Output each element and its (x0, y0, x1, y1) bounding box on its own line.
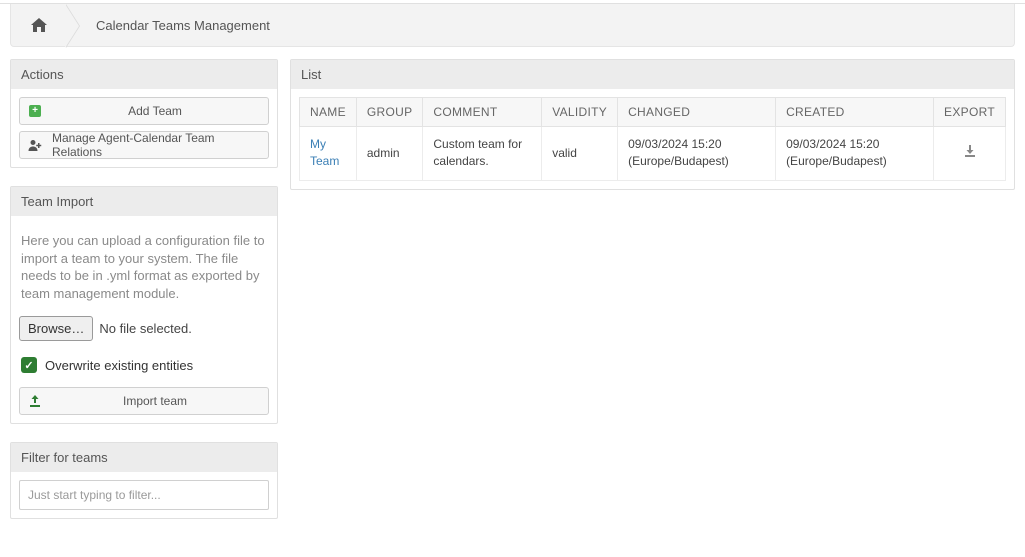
team-import-panel: Team Import Here you can upload a config… (10, 186, 278, 424)
actions-panel-title: Actions (11, 60, 277, 89)
download-icon (964, 145, 976, 157)
list-panel-title: List (291, 60, 1014, 89)
export-button[interactable] (934, 127, 1006, 181)
table-row: My Team admin Custom team for calendars.… (300, 127, 1006, 181)
cell-created: 09/03/2024 15:20 (Europe/Budapest) (776, 127, 934, 181)
file-status: No file selected. (99, 321, 192, 336)
filter-input[interactable] (19, 480, 269, 510)
breadcrumb-home[interactable] (11, 4, 66, 46)
user-plus-icon (28, 138, 42, 152)
team-name-link[interactable]: My Team (310, 137, 339, 168)
check-icon: ✓ (21, 357, 37, 373)
page-title: Calendar Teams Management (96, 18, 270, 33)
list-panel: List NAME GROUP COMMENT VALIDITY CHANGED… (290, 59, 1015, 190)
actions-panel: Actions + Add Team Manage Ag (10, 59, 278, 168)
teams-table: NAME GROUP COMMENT VALIDITY CHANGED CREA… (299, 97, 1006, 181)
manage-relations-button[interactable]: Manage Agent-Calendar Team Relations (19, 131, 269, 159)
manage-relations-label: Manage Agent-Calendar Team Relations (52, 131, 260, 159)
filter-panel: Filter for teams (10, 442, 278, 519)
col-comment[interactable]: COMMENT (423, 98, 542, 127)
breadcrumb-separator-icon (66, 4, 86, 46)
import-team-label: Import team (50, 394, 260, 408)
overwrite-label: Overwrite existing entities (45, 358, 193, 373)
overwrite-checkbox[interactable]: ✓ Overwrite existing entities (19, 357, 269, 373)
plus-icon: + (28, 104, 42, 118)
browse-button[interactable]: Browse… (19, 316, 93, 341)
cell-group: admin (356, 127, 423, 181)
cell-validity: valid (542, 127, 618, 181)
team-import-title: Team Import (11, 187, 277, 216)
add-team-label: Add Team (50, 104, 260, 118)
team-import-help: Here you can upload a configuration file… (19, 224, 269, 316)
col-created[interactable]: CREATED (776, 98, 934, 127)
cell-comment: Custom team for calendars. (423, 127, 542, 181)
filter-panel-title: Filter for teams (11, 443, 277, 472)
upload-icon (28, 394, 42, 408)
col-name[interactable]: NAME (300, 98, 357, 127)
col-validity[interactable]: VALIDITY (542, 98, 618, 127)
col-export[interactable]: EXPORT (934, 98, 1006, 127)
cell-changed: 09/03/2024 15:20 (Europe/Budapest) (618, 127, 776, 181)
import-team-button[interactable]: Import team (19, 387, 269, 415)
add-team-button[interactable]: + Add Team (19, 97, 269, 125)
home-icon (31, 18, 47, 32)
col-group[interactable]: GROUP (356, 98, 423, 127)
breadcrumb: Calendar Teams Management (10, 4, 1015, 47)
col-changed[interactable]: CHANGED (618, 98, 776, 127)
